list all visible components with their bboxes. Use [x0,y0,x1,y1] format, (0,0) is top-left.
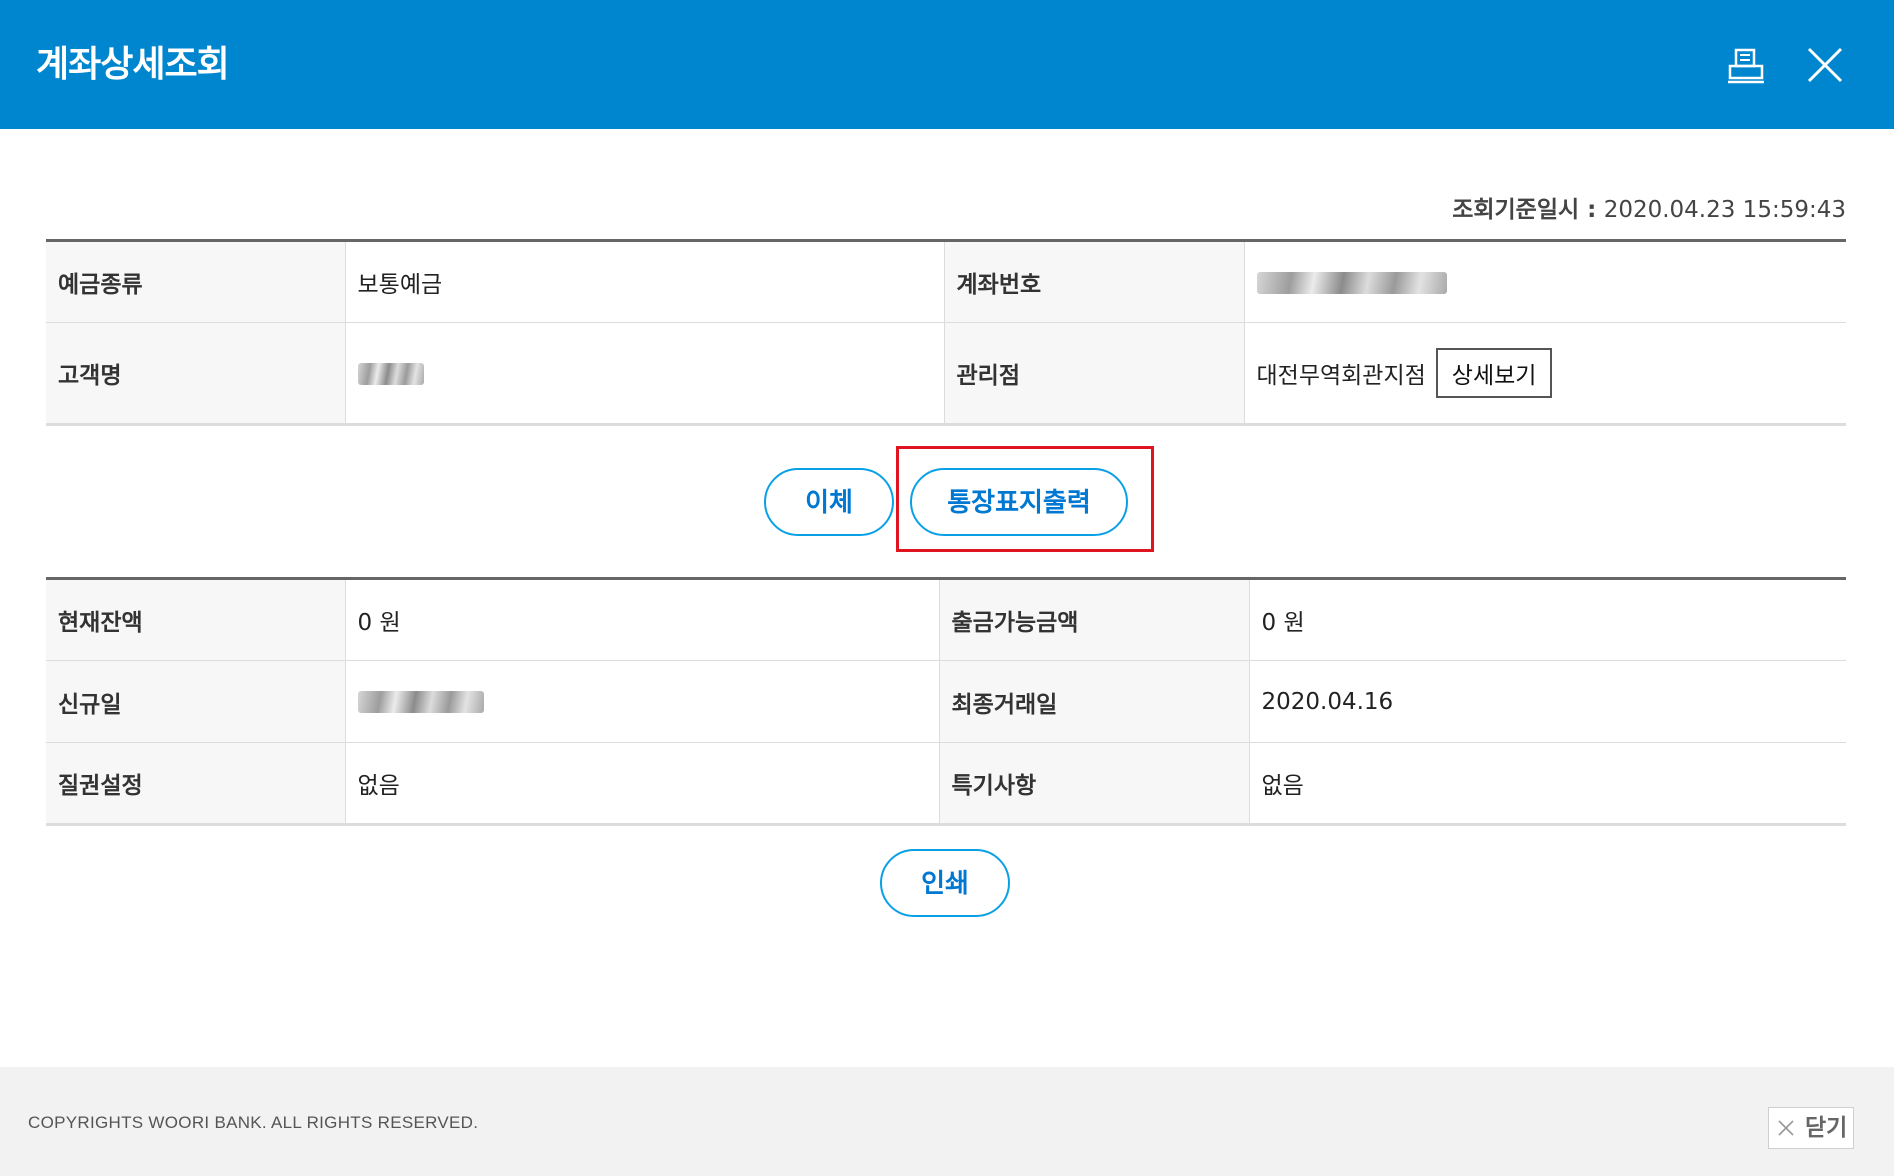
current-balance-label: 현재잔액 [46,578,345,661]
table-row: 신규일 최종거래일 2020.04.16 [46,660,1846,743]
window-title: 계좌상세조회 [36,44,230,85]
close-icon[interactable] [1806,46,1844,84]
remarks-value: 없음 [1248,742,1846,826]
table-row: 고객명 관리점 대전무역회관지점 상세보기 [46,322,1846,426]
branch-cell: 대전무역회관지점 상세보기 [1243,322,1846,426]
account-number-label: 계좌번호 [943,240,1244,323]
passbook-cover-print-button[interactable]: 통장표지출력 [910,468,1128,536]
deposit-type-label: 예금종류 [46,240,345,323]
pledge-value: 없음 [344,742,939,826]
transfer-button[interactable]: 이체 [764,468,894,536]
available-amount-label: 출금가능금액 [938,578,1249,661]
table-row: 예금종류 보통예금 계좌번호 [46,240,1846,323]
customer-name-cell [344,322,944,426]
opened-date-cell [344,660,939,743]
opened-date-label: 신규일 [46,660,345,743]
close-icon [1778,1120,1794,1136]
table-row: 질권설정 없음 특기사항 없음 [46,742,1846,826]
table-row: 현재잔액 0 원 출금가능금액 0 원 [46,578,1846,661]
account-number-cell [1243,240,1846,323]
remarks-label: 특기사항 [938,742,1249,826]
copyright-text: COPYRIGHTS WOORI BANK. ALL RIGHTS RESERV… [28,1113,479,1132]
opened-date-redacted [357,691,484,713]
current-balance-value: 0 원 [344,578,939,661]
account-number-redacted [1256,271,1447,294]
inquiry-value: 2020.04.23 15:59:43 [1603,197,1846,223]
footer-close-label: 닫기 [1805,1115,1848,1141]
branch-value: 대전무역회관지점 [1256,363,1426,389]
footer-close-button[interactable]: 닫기 [1768,1107,1854,1149]
last-transaction-label: 최종거래일 [938,660,1249,743]
last-transaction-value: 2020.04.16 [1248,660,1846,743]
pledge-label: 질권설정 [46,742,345,826]
branch-detail-button[interactable]: 상세보기 [1435,348,1553,398]
inquiry-datetime: 조회기준일시 : 2020.04.23 15:59:43 [1452,190,1846,224]
print-icon[interactable] [1726,46,1766,86]
footer: COPYRIGHTS WOORI BANK. ALL RIGHTS RESERV… [0,1067,1894,1176]
branch-label: 관리점 [943,322,1244,426]
customer-name-label: 고객명 [46,322,345,426]
account-info-table: 예금종류 보통예금 계좌번호 고객명 관리점 대전무역회관지점 상세보기 [46,239,1846,426]
balance-info-table: 현재잔액 0 원 출금가능금액 0 원 신규일 최종거래일 2020.04.16… [46,577,1846,826]
window-header: 계좌상세조회 [0,0,1894,129]
print-button[interactable]: 인쇄 [880,849,1010,917]
available-amount-value: 0 원 [1248,578,1846,661]
inquiry-label: 조회기준일시 : [1452,197,1597,223]
customer-name-redacted [357,362,424,385]
deposit-type-value: 보통예금 [344,240,944,323]
